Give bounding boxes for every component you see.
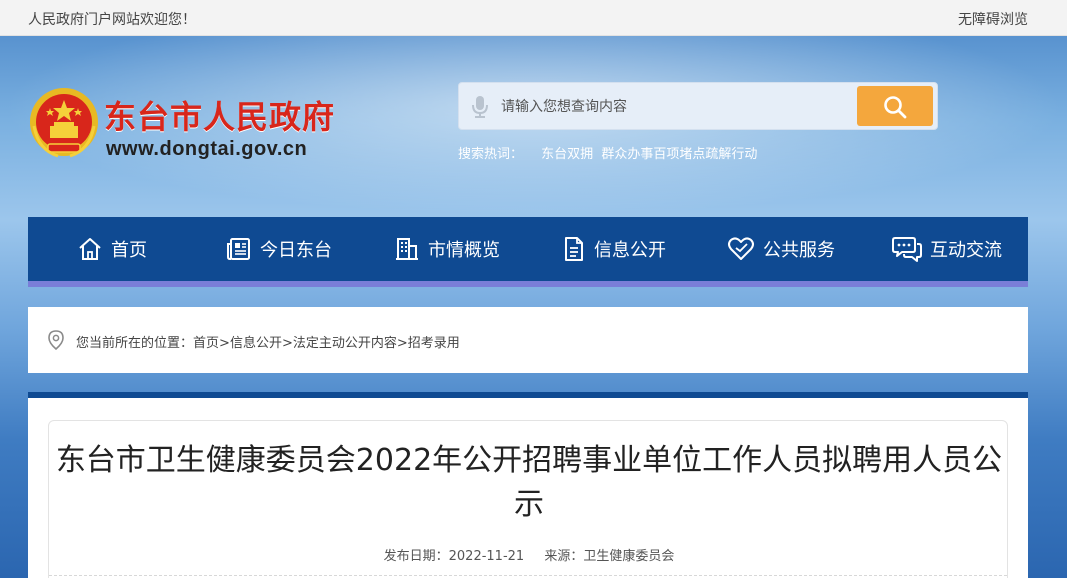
nav-item-public-service[interactable]: 公共服务 xyxy=(727,217,835,281)
search-input[interactable] xyxy=(501,93,851,121)
hot-search: 搜索热词： 东台双拥 群众办事百项堵点疏解行动 xyxy=(458,143,761,162)
breadcrumb-prefix: 您当前所在的位置： xyxy=(76,336,194,351)
accessibility-link[interactable]: 无障碍浏览 xyxy=(958,9,1028,29)
nav-item-home[interactable]: 首页 xyxy=(77,217,147,281)
publish-date-value: 2022-11-21 xyxy=(448,549,525,564)
breadcrumb-link-info[interactable]: 信息公开 xyxy=(230,336,282,351)
site-url: www.dongtai.gov.cn xyxy=(106,138,308,160)
newspaper-icon xyxy=(227,238,250,260)
breadcrumb-bar: 您当前所在的位置：首页>信息公开>法定主动公开内容>招考录用 xyxy=(28,307,1028,373)
home-icon xyxy=(79,238,101,260)
breadcrumb-separator: > xyxy=(219,336,230,351)
breadcrumb-link-home[interactable]: 首页 xyxy=(193,336,219,351)
hot-search-link[interactable]: 东台双拥 xyxy=(541,147,593,162)
source-label: 来源： xyxy=(544,549,584,564)
chat-icon xyxy=(892,237,922,262)
hot-search-label: 搜索热词： xyxy=(458,147,524,162)
building-icon xyxy=(396,238,418,260)
national-emblem-icon xyxy=(30,88,98,158)
content-panel: 东台市卫生健康委员会2022年公开招聘事业单位工作人员拟聘用人员公示 发布日期：… xyxy=(28,392,1028,578)
nav-label: 市情概览 xyxy=(428,240,500,261)
microphone-icon[interactable] xyxy=(471,95,489,119)
top-bar: 人民政府门户网站欢迎您！ 无障碍浏览 xyxy=(0,0,1067,36)
search-button[interactable] xyxy=(857,86,933,126)
source-value: 卫生健康委员会 xyxy=(583,549,675,564)
nav-label: 今日东台 xyxy=(260,240,332,261)
search-icon xyxy=(884,96,907,119)
article: 东台市卫生健康委员会2022年公开招聘事业单位工作人员拟聘用人员公示 发布日期：… xyxy=(48,420,1008,578)
publish-date-label: 发布日期： xyxy=(383,549,449,564)
heart-icon xyxy=(728,237,754,260)
breadcrumb: 您当前所在的位置：首页>信息公开>法定主动公开内容>招考录用 xyxy=(76,332,460,351)
nav-label: 首页 xyxy=(111,240,147,261)
article-title: 东台市卫生健康委员会2022年公开招聘事业单位工作人员拟聘用人员公示 xyxy=(55,443,1003,522)
site-title[interactable]: 东台市人民政府 xyxy=(104,92,335,138)
nav-label: 公共服务 xyxy=(763,240,835,261)
publish-date: 发布日期：2022-11-21 xyxy=(384,549,525,564)
breadcrumb-separator: > xyxy=(281,336,293,351)
hot-search-link[interactable]: 群众办事百项堵点疏解行动 xyxy=(601,147,757,162)
nav-item-info-disclosure[interactable]: 信息公开 xyxy=(562,217,666,281)
nav-item-city-overview[interactable]: 市情概览 xyxy=(394,217,500,281)
nav-label: 互动交流 xyxy=(930,240,1002,261)
nav-item-interaction[interactable]: 互动交流 xyxy=(892,217,1002,281)
divider xyxy=(49,575,1007,576)
location-pin-icon xyxy=(48,330,64,350)
breadcrumb-link-statutory[interactable]: 法定主动公开内容 xyxy=(293,336,397,351)
search-box xyxy=(458,82,938,130)
welcome-text: 人民政府门户网站欢迎您！ xyxy=(28,12,196,28)
document-icon xyxy=(565,237,583,261)
nav-label: 信息公开 xyxy=(594,240,666,261)
article-meta: 发布日期：2022-11-21 来源：卫生健康委员会 xyxy=(49,545,1009,564)
nav-item-today-dongtai[interactable]: 今日东台 xyxy=(226,217,332,281)
main-nav: 首页 今日东台 市情概览 信息公开 公共服务 互动交流 xyxy=(28,217,1028,287)
source: 来源：卫生健康委员会 xyxy=(544,549,674,564)
breadcrumb-separator: > xyxy=(396,336,408,351)
breadcrumb-link-recruitment[interactable]: 招考录用 xyxy=(408,336,460,351)
